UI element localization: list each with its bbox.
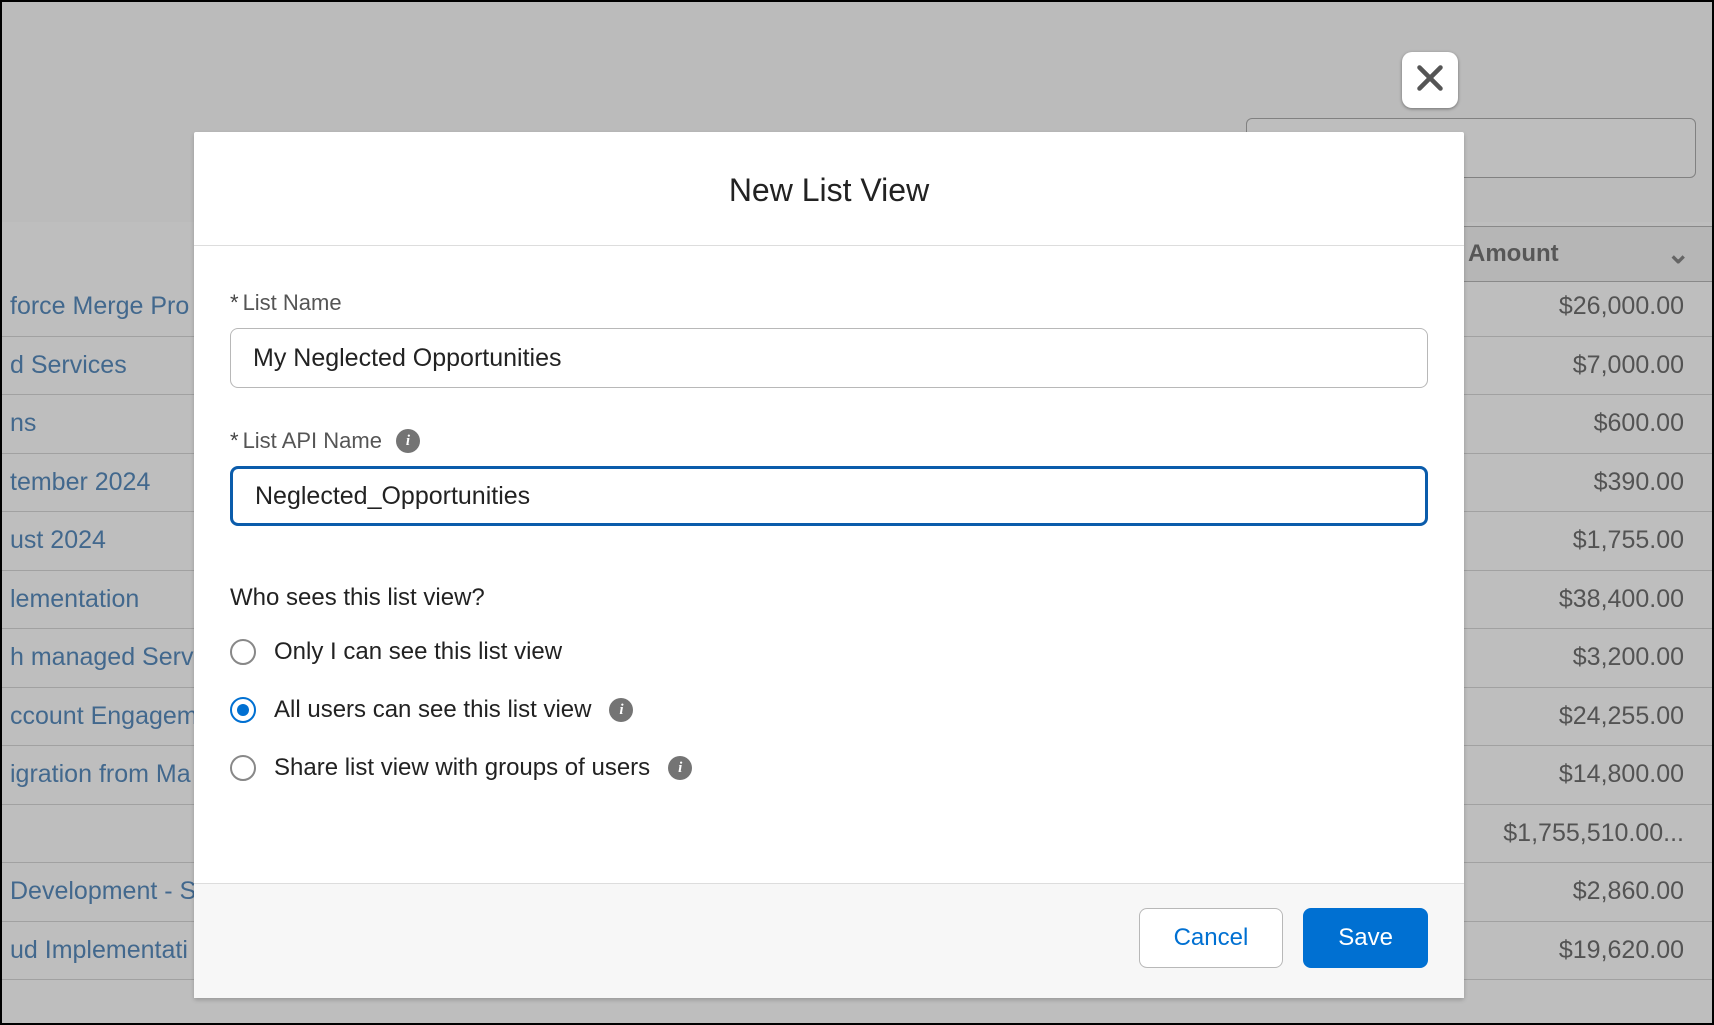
amount-value: $1,755,510.00... (1503, 819, 1684, 848)
api-name-label: *List API Name i (230, 428, 1428, 454)
radio-only-me-label: Only I can see this list view (274, 638, 562, 666)
radio-share-groups-row[interactable]: Share list view with groups of users i (230, 754, 1428, 782)
amount-column-header[interactable]: Amount ⌄ (1452, 226, 1712, 282)
radio-only-me-row[interactable]: Only I can see this list view (230, 638, 1428, 666)
list-name-label: *List Name (230, 290, 1428, 316)
amount-value: $7,000.00 (1573, 351, 1684, 380)
opportunity-link[interactable]: igration from Ma (10, 760, 191, 789)
radio-all-users[interactable] (230, 697, 256, 723)
amount-value: $19,620.00 (1559, 936, 1684, 965)
info-icon[interactable]: i (609, 698, 633, 722)
info-icon[interactable]: i (396, 429, 420, 453)
radio-share-groups[interactable] (230, 755, 256, 781)
modal-title: New List View (194, 132, 1464, 245)
opportunity-link[interactable]: force Merge Pro (10, 292, 189, 321)
amount-column-label: Amount (1468, 240, 1559, 268)
cancel-button[interactable]: Cancel (1139, 908, 1284, 968)
amount-value: $2,860.00 (1573, 877, 1684, 906)
opportunity-link[interactable]: h managed Serv (10, 643, 193, 672)
opportunity-link[interactable]: lementation (10, 585, 139, 614)
amount-value: $24,255.00 (1559, 702, 1684, 731)
opportunity-link[interactable]: d Services (10, 351, 127, 380)
chevron-down-icon: ⌄ (1667, 240, 1692, 268)
opportunity-link[interactable]: tember 2024 (10, 468, 150, 497)
opportunity-link[interactable]: ud Implementati (10, 936, 188, 965)
save-button-label: Save (1338, 924, 1393, 952)
visibility-section-label: Who sees this list view? (230, 584, 1428, 612)
list-name-label-text: List Name (243, 290, 342, 315)
radio-all-users-row[interactable]: All users can see this list view i (230, 696, 1428, 724)
amount-value: $3,200.00 (1573, 643, 1684, 672)
close-button[interactable] (1402, 52, 1458, 108)
amount-value: $26,000.00 (1559, 292, 1684, 321)
opportunity-link[interactable]: ns (10, 409, 36, 438)
new-list-view-modal: New List View *List Name *List API Name … (194, 132, 1464, 998)
api-name-field: *List API Name i (230, 428, 1428, 526)
api-name-label-text: List API Name (243, 428, 382, 453)
radio-share-groups-label: Share list view with groups of users (274, 754, 650, 782)
amount-value: $390.00 (1594, 468, 1684, 497)
amount-value: $14,800.00 (1559, 760, 1684, 789)
amount-value: $1,755.00 (1573, 526, 1684, 555)
info-icon[interactable]: i (668, 756, 692, 780)
list-name-field: *List Name (230, 290, 1428, 388)
modal-body: *List Name *List API Name i Who sees thi… (194, 246, 1464, 883)
amount-value: $38,400.00 (1559, 585, 1684, 614)
save-button[interactable]: Save (1303, 908, 1428, 968)
cancel-button-label: Cancel (1174, 924, 1249, 952)
radio-all-users-label: All users can see this list view (274, 696, 591, 724)
list-name-input[interactable] (230, 328, 1428, 388)
amount-value: $600.00 (1594, 409, 1684, 438)
radio-only-me[interactable] (230, 639, 256, 665)
api-name-input[interactable] (230, 466, 1428, 526)
opportunity-link[interactable]: ust 2024 (10, 526, 106, 555)
close-icon (1412, 60, 1448, 101)
opportunity-link[interactable]: Development - S (10, 877, 196, 906)
opportunity-link[interactable]: ccount Engagem (10, 702, 198, 731)
modal-footer: Cancel Save (194, 883, 1464, 998)
